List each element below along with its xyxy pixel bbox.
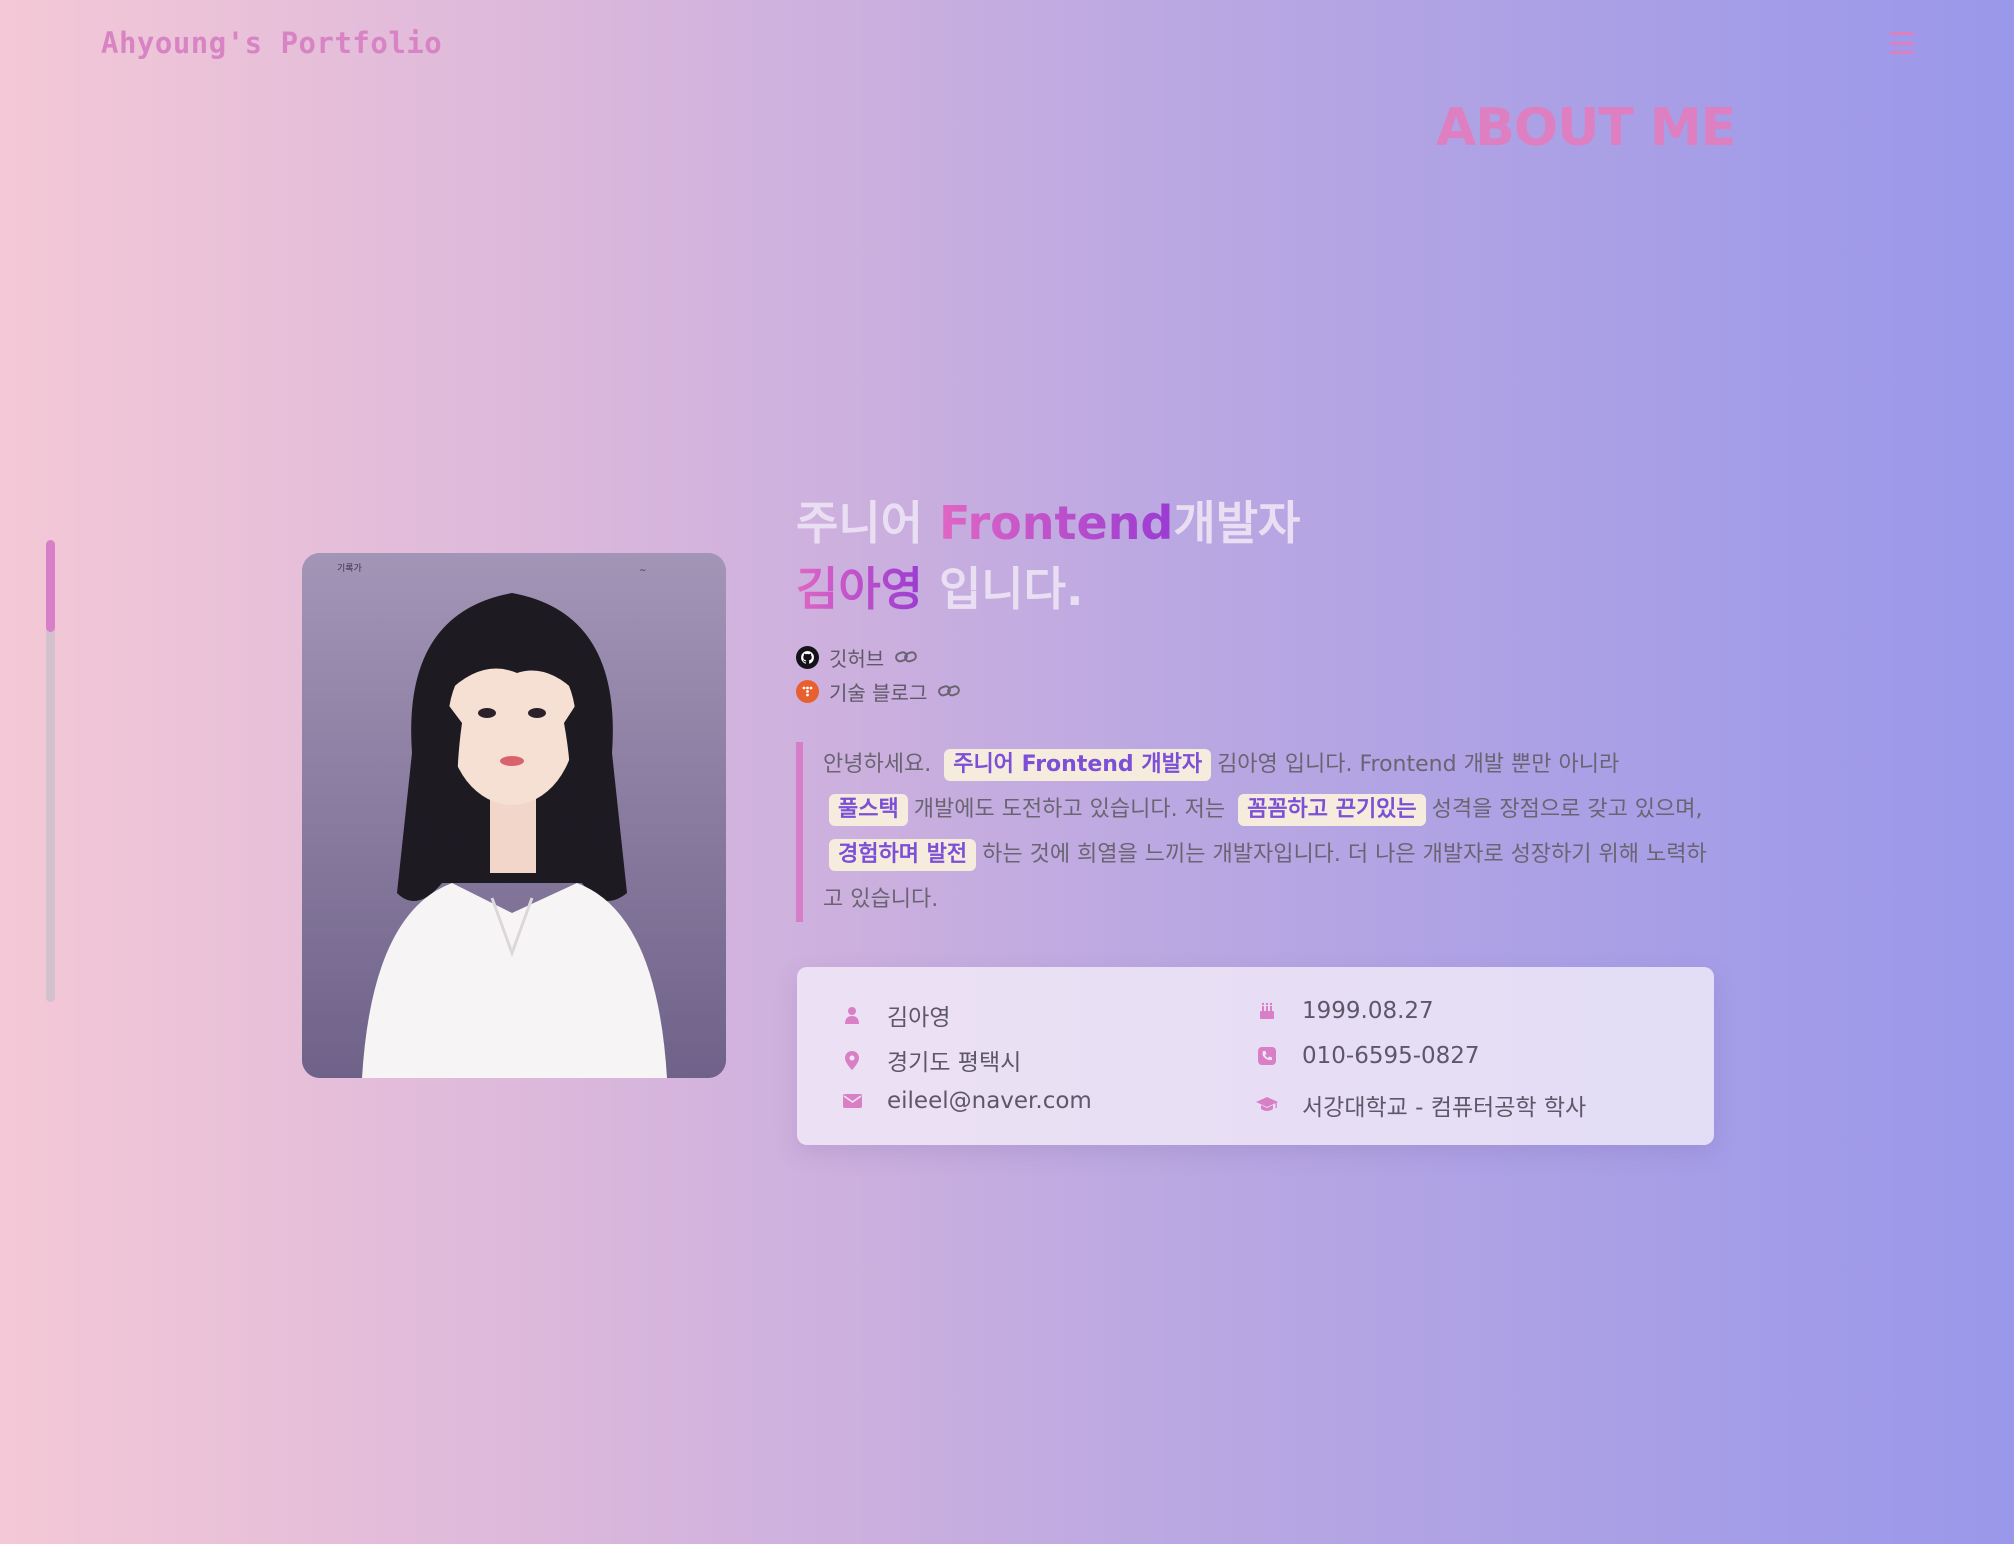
section-title: ABOUT ME (1436, 98, 1736, 158)
scroll-progress-track[interactable] (46, 540, 55, 1002)
info-email-value[interactable]: eileel@naver.com (887, 1088, 1092, 1114)
info-birth: 1999.08.27 (1256, 998, 1434, 1024)
intro-text: 김아영 입니다. Frontend 개발 뿐만 아니라 (1217, 752, 1620, 777)
birthday-cake-icon (1256, 1000, 1278, 1022)
info-education: 서강대학교 - 컴퓨터공학 학사 (1256, 1088, 1586, 1122)
info-name: 김아영 (841, 998, 950, 1032)
envelope-icon (841, 1090, 863, 1112)
blog-link-label: 기술 블로그 (829, 680, 928, 705)
intro-text: 성격을 장점으로 갖고 있으며, (1431, 797, 1703, 822)
profile-photo: 기록가 ~ (302, 553, 726, 1078)
info-location-value: 경기도 평택시 (887, 1050, 1022, 1076)
intro-text: 안녕하세요. (823, 752, 932, 777)
intro-tag: 경험하며 발전 (829, 839, 977, 871)
intro-paragraph: 안녕하세요. 주니어 Frontend 개발자 김아영 입니다. Frontend… (796, 742, 1716, 922)
link-icon (938, 685, 961, 697)
phone-icon (1256, 1045, 1278, 1067)
external-links: 깃허브 기술 블로그 (796, 640, 961, 708)
github-icon (796, 645, 819, 669)
headline-part1: 주니어 (796, 496, 939, 550)
github-link-label: 깃허브 (829, 646, 885, 671)
svg-text:~: ~ (639, 566, 647, 576)
hamburger-menu-icon[interactable] (1890, 32, 1914, 54)
blog-icon (796, 679, 819, 703)
github-link[interactable]: 깃허브 (796, 640, 961, 674)
site-logo[interactable]: Ahyoung's Portfolio (101, 26, 442, 60)
headline-name: 김아영 (796, 562, 923, 616)
info-education-value: 서강대학교 - 컴퓨터공학 학사 (1302, 1095, 1587, 1121)
headline: 주니어 Frontend개발자 김아영 입니다. (796, 490, 1300, 622)
info-name-value: 김아영 (887, 1005, 951, 1031)
graduation-cap-icon (1256, 1094, 1278, 1116)
link-icon (895, 651, 918, 663)
info-card: 김아영 1999.08.27 경기도 평택시 010-6595-0827 eil… (797, 967, 1714, 1145)
info-phone: 010-6595-0827 (1256, 1043, 1480, 1069)
user-icon (841, 1004, 863, 1026)
blog-link[interactable]: 기술 블로그 (796, 674, 961, 708)
map-pin-icon (841, 1049, 863, 1071)
info-location: 경기도 평택시 (841, 1043, 1021, 1077)
info-email: eileel@naver.com (841, 1088, 1092, 1114)
headline-part3: 개발자 (1173, 496, 1301, 550)
info-birth-value: 1999.08.27 (1302, 998, 1434, 1024)
intro-tag: 풀스택 (829, 794, 908, 826)
intro-tag: 꼼꼼하고 끈기있는 (1238, 794, 1426, 826)
intro-tag: 주니어 Frontend 개발자 (944, 749, 1212, 781)
headline-suffix: 입니다. (922, 562, 1084, 616)
svg-text:기록가: 기록가 (337, 563, 362, 574)
scroll-progress-thumb[interactable] (46, 540, 55, 633)
intro-text: 개발에도 도전하고 있습니다. 저는 (913, 797, 1226, 822)
headline-frontend: Frontend (938, 496, 1174, 550)
info-phone-value: 010-6595-0827 (1302, 1043, 1480, 1069)
